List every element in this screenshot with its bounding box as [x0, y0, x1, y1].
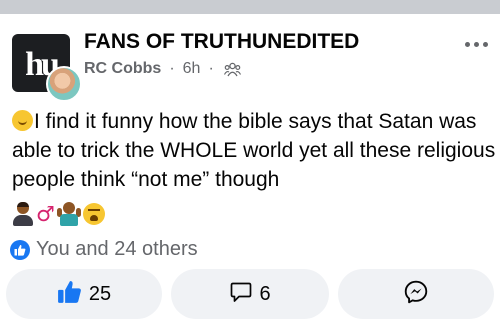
- group-privacy-icon: [223, 62, 241, 77]
- male-sign-icon: ♂: [36, 202, 55, 226]
- meta-separator: ·: [208, 60, 214, 77]
- top-divider-band: [0, 0, 500, 14]
- post-emoji-row: ♂: [12, 202, 105, 226]
- meta-separator: ·: [169, 60, 175, 77]
- more-options-icon[interactable]: [465, 42, 488, 47]
- comment-icon: [229, 280, 253, 309]
- post-body: I find it funny how the bible says that …: [12, 107, 496, 194]
- like-reaction-icon: [10, 239, 30, 260]
- comment-button[interactable]: 6: [171, 269, 329, 319]
- thumbs-up-icon: [57, 279, 83, 310]
- reactions-text: You and 24 others: [36, 238, 198, 260]
- post-meta: RC Cobbs · 6h ·: [84, 60, 241, 78]
- author-name-link[interactable]: RC Cobbs: [84, 60, 161, 78]
- like-button[interactable]: 25: [6, 269, 162, 319]
- comment-count: 6: [259, 282, 271, 305]
- post-header: hu FANS OF TRUTHUNEDITED RC Cobbs · 6h ·: [0, 22, 500, 102]
- post-time[interactable]: 6h: [183, 60, 201, 78]
- weary-face-icon: [82, 203, 105, 225]
- post-text: I find it funny how the bible says that …: [12, 110, 496, 191]
- grinning-face-with-hand-over-mouth-icon: [12, 110, 33, 131]
- like-count: 25: [88, 282, 112, 305]
- post-action-bar: 25 6: [0, 269, 500, 321]
- messenger-icon: [403, 279, 429, 310]
- reactions-summary[interactable]: You and 24 others: [10, 238, 198, 261]
- man-emoji-icon: [12, 202, 34, 226]
- shrugging-person-icon: [56, 202, 81, 226]
- group-name-link[interactable]: FANS OF TRUTHUNEDITED: [84, 30, 359, 54]
- send-in-messenger-button[interactable]: [338, 269, 494, 319]
- author-avatar[interactable]: [46, 66, 82, 102]
